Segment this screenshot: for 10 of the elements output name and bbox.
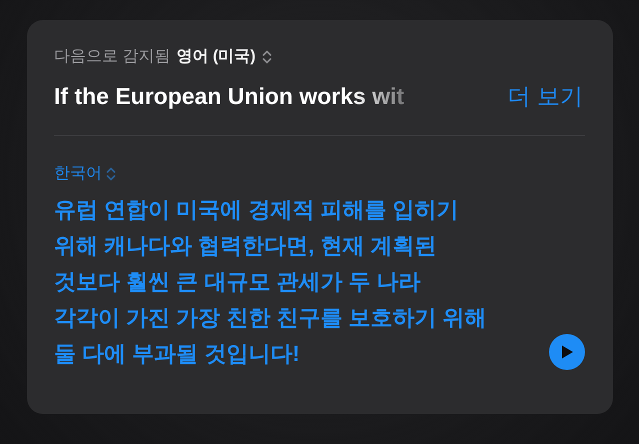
play-button[interactable] bbox=[549, 334, 585, 370]
detected-label: 다음으로 감지됨 bbox=[54, 47, 170, 67]
chevron-updown-icon bbox=[262, 48, 272, 64]
play-icon bbox=[560, 344, 574, 360]
source-language[interactable]: 영어 (미국) bbox=[176, 46, 256, 67]
source-text: If the European Union works wit bbox=[54, 83, 404, 110]
chevron-updown-icon bbox=[106, 166, 116, 182]
more-link[interactable]: 더 보기 bbox=[508, 81, 583, 112]
translated-text: 유럽 연합이 미국에 경제적 피해를 입히기 위해 캐나다와 협력한다면, 현재 계획된 것보다 훨씬 큰 대규모 관세가 두 나라 각각이 가진 가장 친한 친구를 보호하기 위해 둘 다에 부과될 것입니다! bbox=[54, 196, 487, 368]
target-language-button[interactable]: 한국어 bbox=[54, 163, 116, 184]
